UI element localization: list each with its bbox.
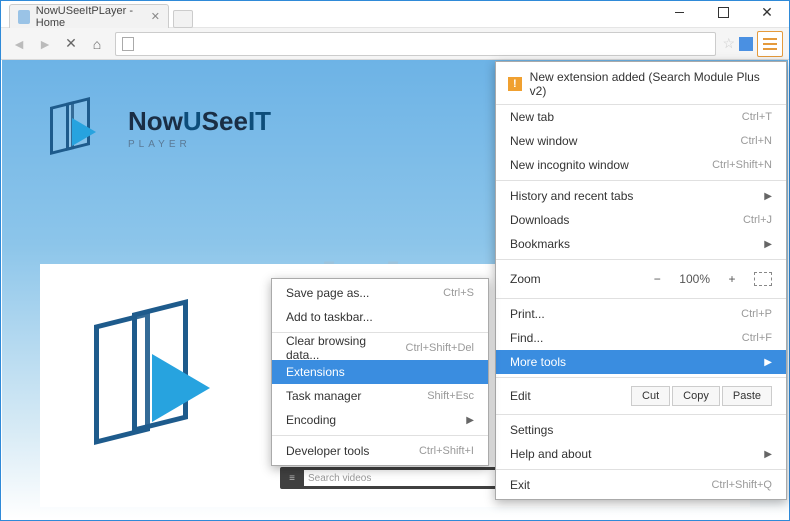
- notification-text: New extension added (Search Module Plus …: [530, 70, 774, 98]
- submenu-task-manager[interactable]: Task managerShift+Esc: [272, 384, 488, 408]
- tab-strip: NowUSeeItPLayer - Home ✕: [9, 4, 193, 28]
- menu-zoom: Zoom − 100% +: [496, 263, 786, 295]
- menu-exit[interactable]: ExitCtrl+Shift+Q: [496, 473, 786, 497]
- submenu-save-page[interactable]: Save page as...Ctrl+S: [272, 281, 488, 305]
- page-icon: [122, 37, 134, 51]
- home-button[interactable]: ⌂: [85, 32, 109, 56]
- menu-incognito[interactable]: New incognito windowCtrl+Shift+N: [496, 153, 786, 177]
- menu-settings[interactable]: Settings: [496, 418, 786, 442]
- main-menu: ! New extension added (Search Module Plu…: [495, 61, 787, 500]
- submenu-add-taskbar[interactable]: Add to taskbar...: [272, 305, 488, 329]
- menu-notification[interactable]: ! New extension added (Search Module Plu…: [496, 64, 786, 105]
- submenu-clear-data[interactable]: Clear browsing data...Ctrl+Shift+Del: [272, 336, 488, 360]
- menu-new-window[interactable]: New windowCtrl+N: [496, 129, 786, 153]
- browser-tab[interactable]: NowUSeeItPLayer - Home ✕: [9, 4, 169, 28]
- new-tab-button[interactable]: [173, 10, 193, 28]
- copy-button[interactable]: Copy: [672, 386, 720, 406]
- menu-downloads[interactable]: DownloadsCtrl+J: [496, 208, 786, 232]
- tab-title: NowUSeeItPLayer - Home: [36, 5, 145, 29]
- extension-icon[interactable]: [739, 37, 753, 51]
- window-minimize-button[interactable]: [657, 1, 701, 24]
- back-button[interactable]: ◄: [7, 32, 31, 56]
- menu-find[interactable]: Find...Ctrl+F: [496, 326, 786, 350]
- cut-button[interactable]: Cut: [631, 386, 670, 406]
- submenu-extensions[interactable]: Extensions: [272, 360, 488, 384]
- alert-icon: !: [508, 77, 522, 91]
- zoom-in-button[interactable]: +: [722, 272, 742, 286]
- stop-button[interactable]: ✕: [59, 32, 83, 56]
- menu-help[interactable]: Help and about▶: [496, 442, 786, 466]
- tab-close-icon[interactable]: ✕: [151, 10, 160, 23]
- zoom-out-button[interactable]: −: [647, 272, 667, 286]
- submenu-dev-tools[interactable]: Developer toolsCtrl+Shift+I: [272, 439, 488, 463]
- main-menu-button[interactable]: [757, 31, 783, 57]
- submenu-encoding[interactable]: Encoding▶: [272, 408, 488, 432]
- zoom-label: Zoom: [510, 272, 541, 286]
- browser-window: NowUSeeItPLayer - Home ✕ ◄ ► ✕ ⌂ ☆ pcris…: [0, 0, 790, 521]
- paste-button[interactable]: Paste: [722, 386, 772, 406]
- window-close-button[interactable]: [745, 1, 789, 24]
- more-tools-submenu: Save page as...Ctrl+S Add to taskbar... …: [271, 278, 489, 466]
- edit-label: Edit: [510, 389, 531, 403]
- toolbar: ◄ ► ✕ ⌂ ☆: [1, 28, 789, 60]
- brand-subtitle: PLAYER: [128, 139, 271, 150]
- menu-more-tools[interactable]: More tools▶: [496, 350, 786, 374]
- large-logo-icon: [88, 298, 258, 468]
- address-bar[interactable]: [115, 32, 716, 56]
- fullscreen-icon[interactable]: [754, 272, 772, 286]
- brand-logo-icon: [46, 96, 110, 160]
- brand-logo-block: NowUSeeIT PLAYER: [46, 96, 271, 160]
- vc-menu-icon[interactable]: ≡: [284, 470, 300, 486]
- brand-name: NowUSeeIT: [128, 106, 271, 137]
- window-maximize-button[interactable]: [701, 1, 745, 24]
- menu-new-tab[interactable]: New tabCtrl+T: [496, 105, 786, 129]
- menu-print[interactable]: Print...Ctrl+P: [496, 302, 786, 326]
- bookmark-star-icon[interactable]: ☆: [722, 35, 735, 52]
- menu-bookmarks[interactable]: Bookmarks▶: [496, 232, 786, 256]
- title-bar: NowUSeeItPLayer - Home ✕: [1, 1, 789, 28]
- zoom-value: 100%: [679, 272, 710, 286]
- forward-button[interactable]: ►: [33, 32, 57, 56]
- menu-edit-row: Edit Cut Copy Paste: [496, 381, 786, 411]
- menu-history[interactable]: History and recent tabs▶: [496, 184, 786, 208]
- favicon-icon: [18, 10, 30, 24]
